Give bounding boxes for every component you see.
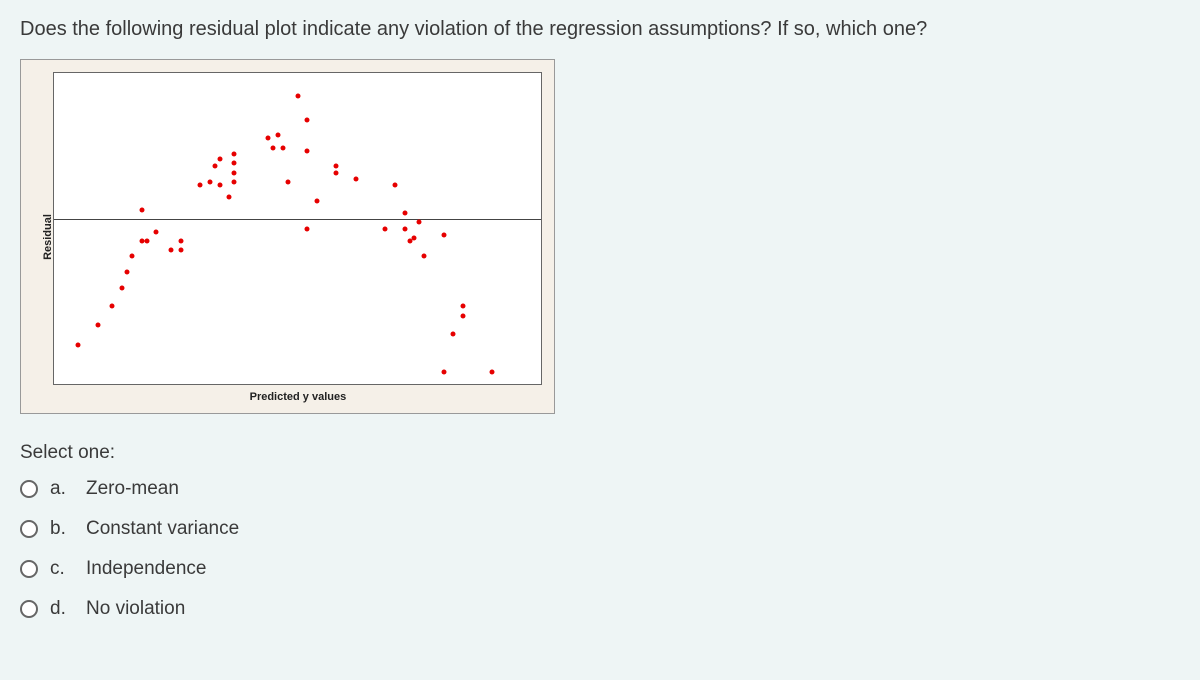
data-point [422,254,427,259]
option-letter: d. [50,598,74,620]
plot-area [53,72,542,385]
data-point [461,304,466,309]
data-point [441,369,446,374]
data-point [120,285,125,290]
data-point [407,238,412,243]
data-point [129,254,134,259]
data-point [402,210,407,215]
data-point [212,164,217,169]
option-c[interactable]: c. Independence [20,558,1180,580]
data-point [271,145,276,150]
option-text: Independence [86,558,206,580]
data-point [232,151,237,156]
data-point [314,198,319,203]
x-axis-label: Predicted y values [250,391,347,403]
option-a[interactable]: a. Zero-mean [20,478,1180,500]
data-point [178,238,183,243]
data-point [154,229,159,234]
zero-line [54,219,541,220]
data-point [110,304,115,309]
data-point [441,232,446,237]
data-point [217,156,222,161]
option-text: Constant variance [86,518,239,540]
data-point [125,270,130,275]
data-point [461,313,466,318]
data-point [334,170,339,175]
data-point [451,332,456,337]
data-point [266,136,271,141]
data-point [198,182,203,187]
data-point [305,148,310,153]
data-point [392,182,397,187]
option-text: Zero-mean [86,478,179,500]
data-point [383,226,388,231]
data-point [168,248,173,253]
option-d[interactable]: d. No violation [20,598,1180,620]
option-b[interactable]: b. Constant variance [20,518,1180,540]
data-point [217,182,222,187]
data-point [353,176,358,181]
data-point [76,343,81,348]
data-point [305,226,310,231]
data-point [232,170,237,175]
data-point [285,179,290,184]
radio-button[interactable] [20,600,38,618]
question-text: Does the following residual plot indicat… [20,18,1180,41]
select-one-label: Select one: [20,442,1180,464]
data-point [207,179,212,184]
data-point [95,322,100,327]
data-point [144,238,149,243]
radio-button[interactable] [20,560,38,578]
option-text: No violation [86,598,185,620]
data-point [490,369,495,374]
data-point [334,164,339,169]
data-point [232,161,237,166]
residual-plot: Residual Predicted y values [20,59,555,414]
data-point [402,226,407,231]
data-point [276,133,281,138]
option-letter: b. [50,518,74,540]
answer-block: Select one: a. Zero-mean b. Constant varian… [20,442,1180,620]
data-point [139,207,144,212]
data-point [280,145,285,150]
radio-button[interactable] [20,520,38,538]
data-point [417,220,422,225]
option-letter: c. [50,558,74,580]
option-letter: a. [50,478,74,500]
data-point [305,117,310,122]
data-point [227,195,232,200]
data-point [178,248,183,253]
data-point [295,94,300,99]
data-point [232,179,237,184]
radio-button[interactable] [20,480,38,498]
data-point [412,235,417,240]
